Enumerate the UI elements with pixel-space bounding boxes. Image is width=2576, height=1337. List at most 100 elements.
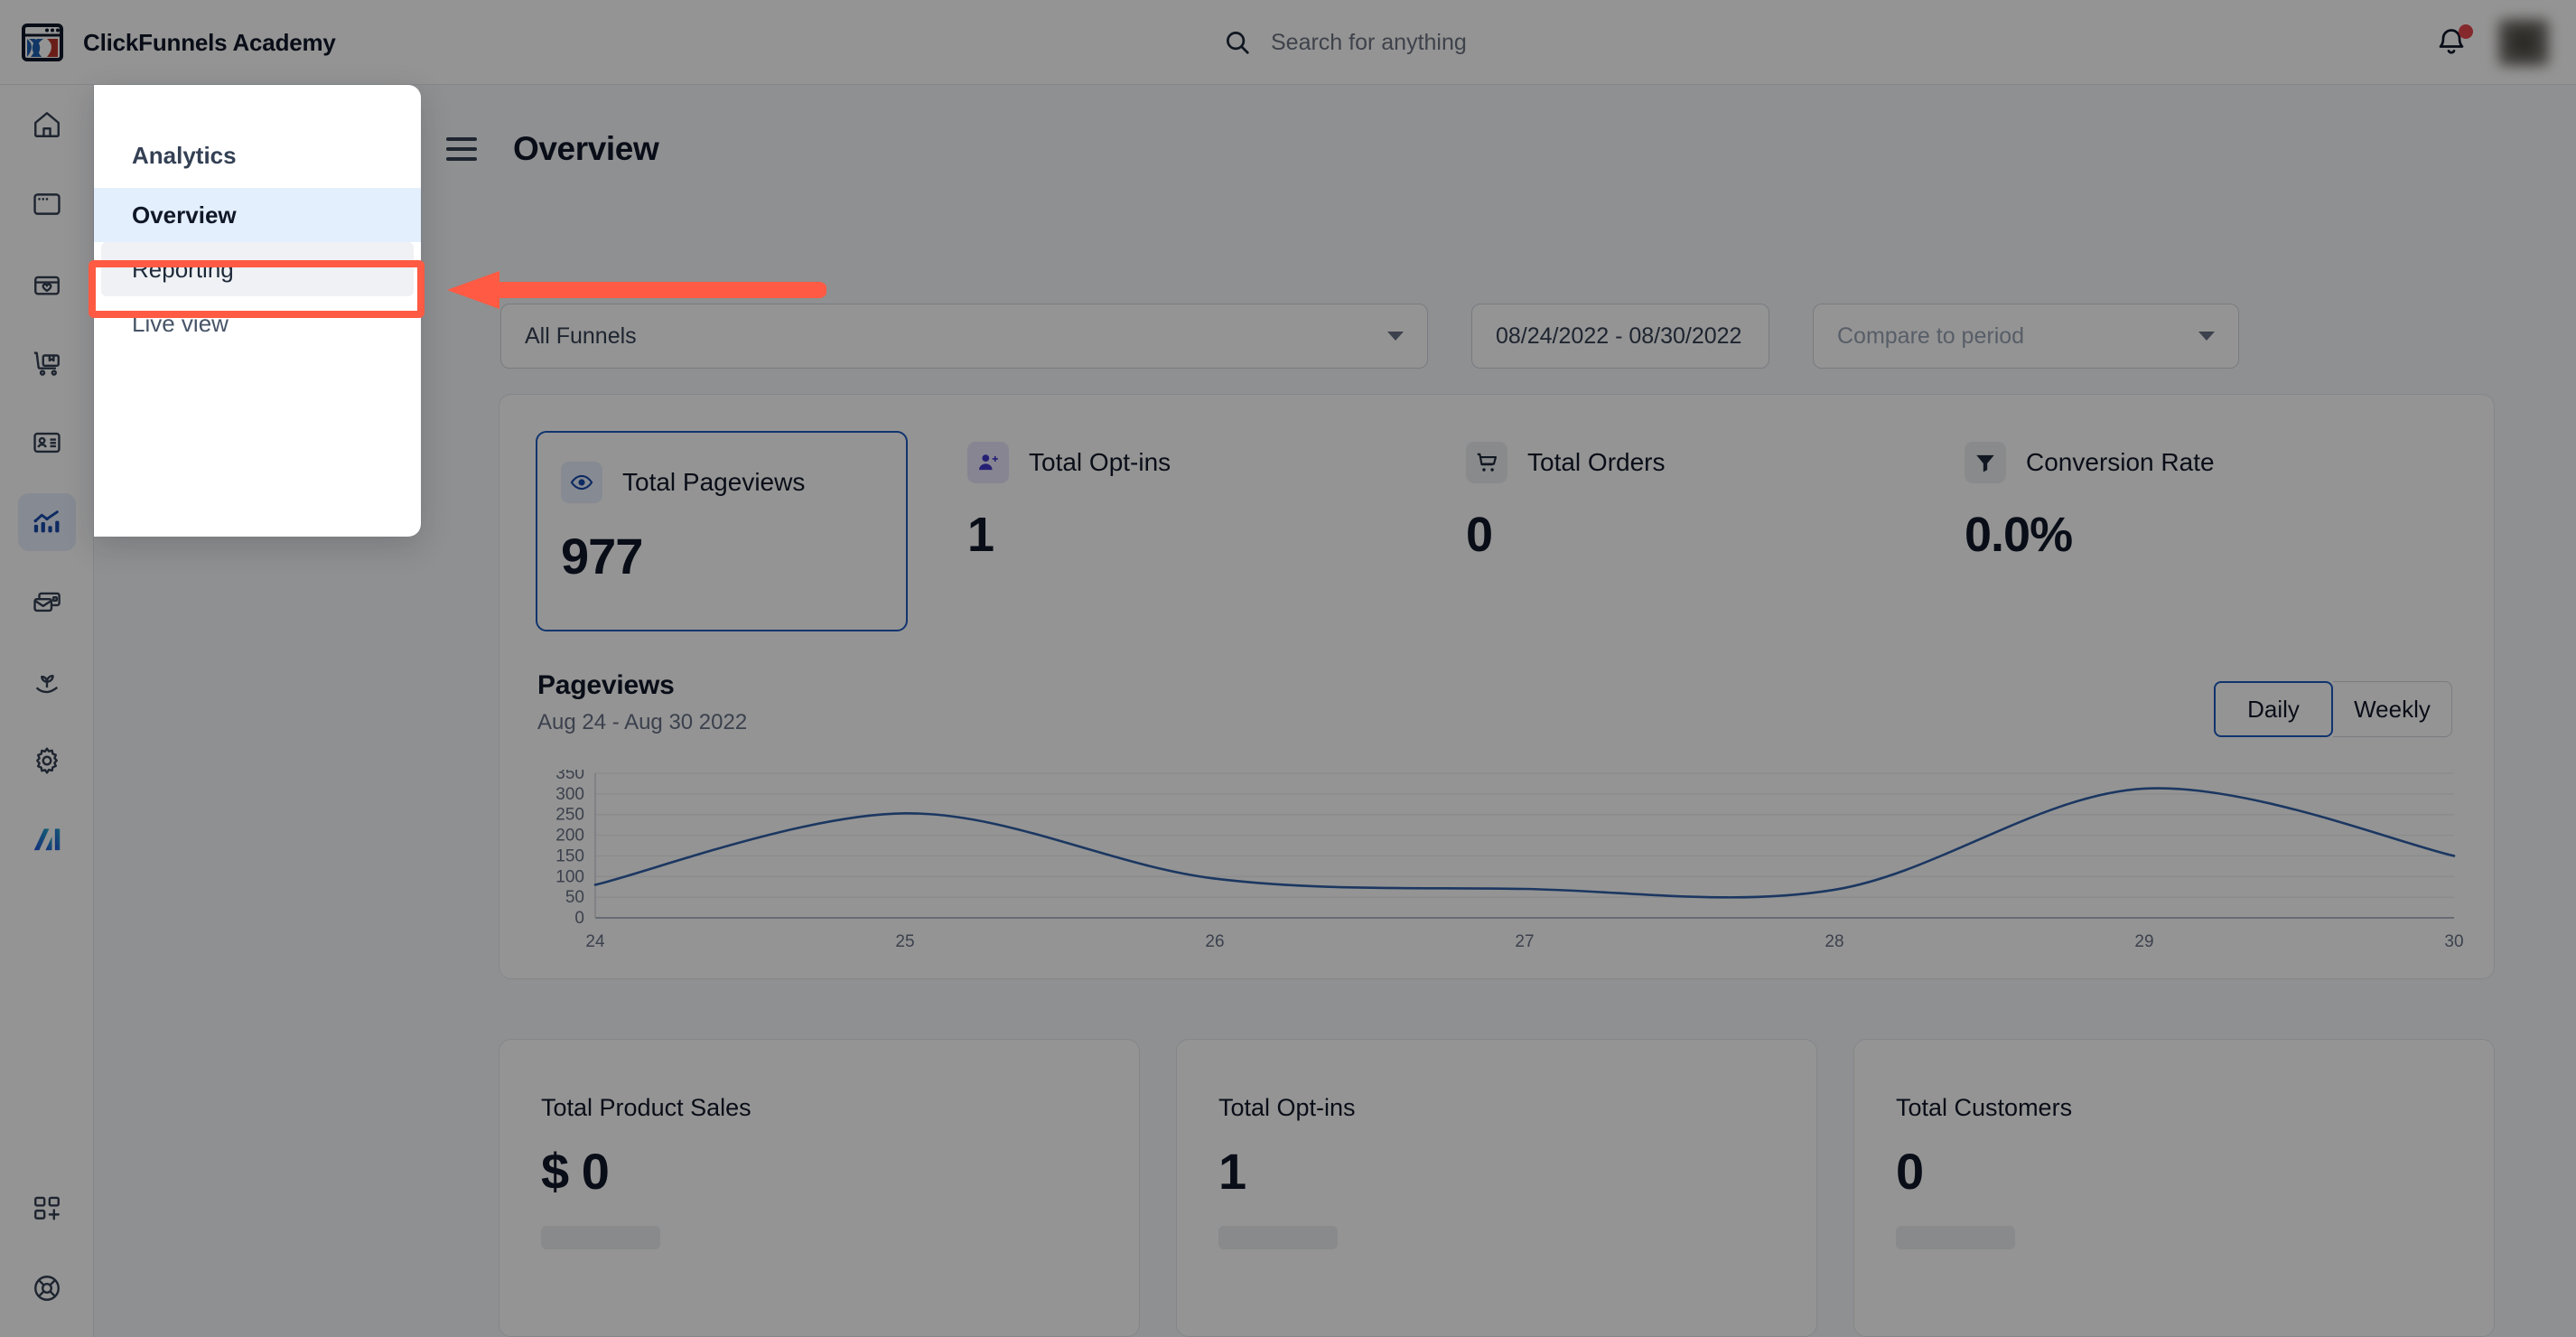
page-header: Overview <box>446 130 659 168</box>
stat-placeholder-bar <box>541 1226 660 1249</box>
metric-value: 1 <box>967 508 994 562</box>
sidebar-item-marketing[interactable] <box>0 562 94 641</box>
email-envelope-icon <box>33 592 61 612</box>
stat-value: 1 <box>1218 1143 1246 1200</box>
notifications-button[interactable] <box>2435 24 2473 59</box>
metric-card-total-orders[interactable]: Total Orders 0 <box>1406 395 1905 670</box>
metric-head: Total Pageviews <box>561 462 906 503</box>
date-range-value: 08/24/2022 - 08/30/2022 <box>1496 323 1742 349</box>
metric-label: Total Opt-ins <box>1029 448 1171 476</box>
svg-text:50: 50 <box>565 888 584 907</box>
metric-value: 0.0% <box>1965 508 2073 562</box>
notification-dot <box>2459 24 2473 39</box>
lifebuoy-help-icon <box>34 1276 60 1301</box>
global-search[interactable] <box>1224 0 1831 85</box>
metric-head: Conversion Rate <box>1965 442 2403 483</box>
metric-card-total-pageviews[interactable]: Total Pageviews 977 <box>536 431 908 631</box>
browser-window-icon <box>33 193 61 215</box>
topbar-actions <box>2435 0 2549 85</box>
brand[interactable]: ClickFunnels Academy <box>22 0 336 85</box>
flyout-title: Analytics <box>132 141 237 169</box>
apps-grid-plus-icon <box>34 1196 60 1220</box>
search-icon <box>1227 32 1249 54</box>
metric-head: Total Opt-ins <box>967 442 1406 483</box>
svg-text:28: 28 <box>1825 932 1843 951</box>
metric-value: 977 <box>561 528 643 584</box>
sidebar-item-home[interactable] <box>0 85 94 164</box>
stat-placeholder-bar <box>1218 1226 1338 1249</box>
stat-label: Total Customers <box>1896 1094 2073 1121</box>
compare-period-placeholder: Compare to period <box>1837 323 2025 349</box>
chevron-down-icon <box>2198 332 2215 341</box>
plant-sprout-hand-icon <box>35 674 59 694</box>
stat-card-total-product-sales[interactable]: Total Product Sales $ 0 <box>499 1039 1140 1337</box>
gift-box-heart-icon <box>34 276 60 295</box>
eye-icon <box>561 462 602 503</box>
compare-period-select[interactable]: Compare to period <box>1813 304 2239 369</box>
home-icon <box>34 112 60 137</box>
funnel-filter-icon <box>1965 442 2006 483</box>
metric-cards: Total Pageviews 977 Total Opt-ins 1 Tota… <box>499 395 2496 670</box>
shopping-cart-icon <box>33 351 60 376</box>
metric-head: Total Orders <box>1466 442 1905 483</box>
svg-text:0: 0 <box>574 909 584 928</box>
ai-logo-icon <box>33 828 61 851</box>
stat-label: Total Product Sales <box>541 1094 751 1121</box>
metric-card-total-opt-ins[interactable]: Total Opt-ins 1 <box>908 395 1406 670</box>
stat-card-total-opt-ins[interactable]: Total Opt-ins 1 <box>1176 1039 1817 1337</box>
sidebar-item-ai[interactable] <box>0 800 94 880</box>
avatar[interactable] <box>2498 19 2549 66</box>
icon-rail <box>0 85 94 1337</box>
svg-text:250: 250 <box>555 806 584 825</box>
svg-text:29: 29 <box>2134 932 2153 951</box>
svg-text:200: 200 <box>555 827 584 846</box>
gear-icon <box>36 747 58 774</box>
stat-label: Total Opt-ins <box>1218 1094 1356 1121</box>
analytics-bar-chart-icon <box>33 510 60 533</box>
flyout-item-overview[interactable]: Overview <box>94 188 421 242</box>
sidebar-item-sales[interactable] <box>0 323 94 403</box>
stat-placeholder-bar <box>1896 1226 2015 1249</box>
sidebar-item-contacts[interactable] <box>0 403 94 482</box>
pageviews-chart-block: Pageviews Aug 24 - Aug 30 2022 Daily Wee… <box>499 670 2496 980</box>
top-bar: ClickFunnels Academy <box>0 0 2576 85</box>
stat-value: 0 <box>1896 1143 1924 1200</box>
metric-value: 0 <box>1466 508 1493 562</box>
svg-text:27: 27 <box>1515 932 1534 951</box>
annotation-highlight-box <box>89 260 425 318</box>
hamburger-menu-icon[interactable] <box>446 137 477 161</box>
sidebar-item-apps[interactable] <box>0 1169 94 1248</box>
search-input[interactable] <box>1271 29 1831 56</box>
funnel-select[interactable]: All Funnels <box>500 304 1428 369</box>
metric-label: Conversion Rate <box>2026 448 2215 476</box>
svg-text:25: 25 <box>895 932 914 951</box>
metric-card-conversion-rate[interactable]: Conversion Rate 0.0% <box>1905 395 2403 670</box>
granularity-daily-button[interactable]: Daily <box>2214 681 2333 737</box>
svg-text:30: 30 <box>2444 932 2463 951</box>
granularity-weekly-button[interactable]: Weekly <box>2333 681 2452 737</box>
sidebar-item-funnels[interactable] <box>0 164 94 244</box>
stat-card-total-customers[interactable]: Total Customers 0 <box>1853 1039 2495 1337</box>
granularity-toggle: Daily Weekly <box>2214 681 2452 737</box>
svg-text:24: 24 <box>585 932 605 951</box>
stat-value: $ 0 <box>541 1143 610 1200</box>
rail-bottom-group <box>0 1169 94 1328</box>
chart-subtitle: Aug 24 - Aug 30 2022 <box>537 710 748 734</box>
funnel-select-value: All Funnels <box>525 323 637 349</box>
chevron-down-icon <box>1387 332 1404 341</box>
contact-card-icon <box>33 432 61 453</box>
filter-bar: All Funnels 08/24/2022 - 08/30/2022 Comp… <box>500 304 2492 369</box>
sidebar-item-analytics[interactable] <box>0 482 94 562</box>
metric-label: Total Pageviews <box>622 468 806 496</box>
sidebar-item-help[interactable] <box>0 1248 94 1328</box>
svg-text:100: 100 <box>555 867 584 886</box>
sidebar-item-products[interactable] <box>0 244 94 323</box>
clickfunnels-browser-logo-icon <box>22 23 63 61</box>
sidebar-item-settings[interactable] <box>0 721 94 800</box>
svg-text:350: 350 <box>555 770 584 783</box>
user-plus-icon <box>967 442 1009 483</box>
svg-text:26: 26 <box>1205 932 1224 951</box>
sidebar-item-growth[interactable] <box>0 641 94 721</box>
rail-top-group <box>0 85 94 880</box>
date-range-picker[interactable]: 08/24/2022 - 08/30/2022 <box>1471 304 1769 369</box>
